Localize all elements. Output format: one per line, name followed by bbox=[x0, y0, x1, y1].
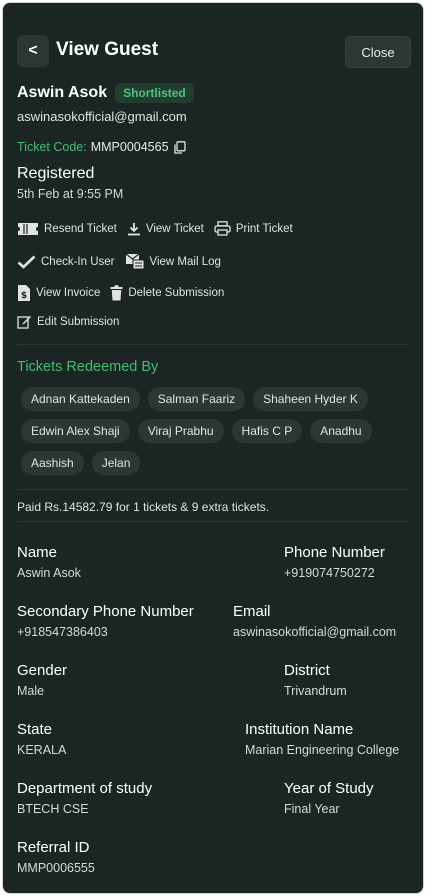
detail-label: District bbox=[284, 662, 330, 679]
detail-label: Email bbox=[233, 603, 271, 620]
detail-value: Final Year bbox=[284, 802, 340, 816]
delete-submission-button[interactable]: Delete Submission bbox=[110, 285, 224, 301]
detail-label: Gender bbox=[17, 662, 68, 679]
redeemed-name-chip: Salman Faariz bbox=[147, 387, 246, 411]
detail-phone: Phone Number +919074750272 bbox=[284, 544, 385, 580]
print-ticket-label: Print Ticket bbox=[235, 222, 293, 235]
divider bbox=[17, 489, 409, 490]
view-ticket-button[interactable]: View Ticket bbox=[127, 222, 204, 236]
divider bbox=[17, 521, 409, 522]
view-invoice-label: View Invoice bbox=[36, 287, 101, 299]
registration-status: Registered bbox=[17, 165, 95, 182]
svg-text:$: $ bbox=[21, 291, 27, 301]
detail-label: Year of Study bbox=[284, 780, 374, 797]
divider bbox=[17, 344, 409, 345]
detail-label: Institution Name bbox=[245, 721, 354, 738]
actions-row-2: Check-In User View Mail Log bbox=[17, 253, 231, 270]
detail-value: aswinasokofficial@gmail.com bbox=[233, 625, 397, 639]
redeemed-name-chip: Shaheen Hyder K bbox=[253, 387, 368, 411]
detail-label: State bbox=[17, 721, 53, 738]
detail-secondary-phone: Secondary Phone Number +918547386403 bbox=[17, 603, 194, 639]
detail-state: State KERALA bbox=[17, 721, 66, 757]
edit-submission-label: Edit Submission bbox=[37, 315, 120, 328]
page-title: View Guest bbox=[56, 39, 159, 60]
detail-value: Marian Engineering College bbox=[245, 743, 400, 757]
registration-date: 5th Feb at 9:55 PM bbox=[17, 187, 124, 201]
resend-ticket-button[interactable]: Resend Ticket bbox=[17, 222, 117, 236]
detail-value: BTECH CSE bbox=[17, 802, 89, 816]
back-button[interactable]: < bbox=[17, 35, 49, 67]
detail-referral: Referral ID MMP0006555 bbox=[17, 839, 95, 875]
header: < View Guest Close bbox=[17, 33, 411, 73]
view-ticket-label: View Ticket bbox=[145, 222, 204, 235]
detail-label: Department of study bbox=[17, 780, 153, 797]
payment-summary: Paid Rs.14582.79 for 1 tickets & 9 extra… bbox=[17, 500, 270, 514]
redeemed-name-chip: Viraj Prabhu bbox=[137, 419, 224, 443]
detail-department: Department of study BTECH CSE bbox=[17, 780, 152, 816]
view-invoice-button[interactable]: $ View Invoice bbox=[17, 284, 100, 302]
view-mail-log-label: View Mail Log bbox=[149, 255, 221, 268]
detail-name: Name Aswin Asok bbox=[17, 544, 81, 580]
detail-value: KERALA bbox=[17, 743, 67, 757]
trash-icon bbox=[110, 285, 123, 301]
download-icon bbox=[127, 222, 140, 235]
checkmark-icon bbox=[17, 255, 36, 269]
guest-panel: < View Guest Close Aswin Asok Shortliste… bbox=[2, 2, 424, 894]
detail-year: Year of Study Final Year bbox=[284, 780, 374, 816]
detail-label: Phone Number bbox=[284, 544, 385, 561]
status-badge: Shortlisted bbox=[115, 83, 194, 103]
detail-value: Trivandrum bbox=[284, 684, 347, 698]
tickets-redeemed-title: Tickets Redeemed By bbox=[17, 359, 159, 375]
check-in-user-button[interactable]: Check-In User bbox=[17, 255, 115, 269]
detail-gender: Gender Male bbox=[17, 662, 67, 698]
redeemed-name-chip: Anadhu bbox=[310, 419, 372, 443]
ticket-code-label: Ticket Code: bbox=[17, 140, 87, 154]
redeemed-names-list: Adnan Kattekaden Salman Faariz Shaheen H… bbox=[21, 387, 411, 475]
invoice-icon: $ bbox=[18, 285, 30, 301]
detail-value: +919074750272 bbox=[284, 566, 375, 580]
detail-institution: Institution Name Marian Engineering Coll… bbox=[245, 721, 399, 757]
detail-email: Email aswinasokofficial@gmail.com bbox=[233, 603, 396, 639]
check-in-user-label: Check-In User bbox=[41, 255, 115, 268]
detail-value: MMP0006555 bbox=[17, 861, 95, 875]
redeemed-name-chip: Edwin Alex Shaji bbox=[21, 419, 130, 443]
copy-icon[interactable] bbox=[173, 140, 186, 154]
redeemed-name-chip: Jelan bbox=[91, 451, 141, 475]
close-button[interactable]: Close bbox=[345, 36, 411, 68]
actions-row-3: $ View Invoice Delete Submission bbox=[17, 284, 234, 302]
guest-name-row: Aswin Asok Shortlisted bbox=[17, 83, 194, 103]
view-mail-log-button[interactable]: View Mail Log bbox=[125, 253, 221, 270]
detail-value: Aswin Asok bbox=[17, 566, 81, 580]
edit-submission-button[interactable]: Edit Submission bbox=[17, 314, 119, 329]
detail-label: Secondary Phone Number bbox=[17, 603, 194, 620]
mail-log-icon bbox=[125, 253, 144, 270]
redeemed-name-chip: Aashish bbox=[21, 451, 84, 475]
printer-icon bbox=[214, 221, 231, 236]
detail-value: Male bbox=[17, 684, 45, 698]
detail-label: Referral ID bbox=[17, 839, 90, 856]
ticket-icon bbox=[18, 222, 38, 235]
print-ticket-button[interactable]: Print Ticket bbox=[214, 221, 293, 236]
edit-icon bbox=[17, 316, 31, 329]
delete-submission-label: Delete Submission bbox=[128, 287, 225, 299]
detail-value: +918547386403 bbox=[17, 625, 108, 639]
detail-district: District Trivandrum bbox=[284, 662, 347, 698]
ticket-code: Ticket Code: MMP0004565 bbox=[17, 140, 186, 154]
detail-label: Name bbox=[17, 544, 58, 561]
resend-ticket-label: Resend Ticket bbox=[44, 222, 117, 235]
ticket-code-value: MMP0004565 bbox=[90, 140, 169, 154]
actions-row-1: Resend Ticket View Ticket Print Ticket bbox=[17, 221, 303, 236]
redeemed-name-chip: Adnan Kattekaden bbox=[21, 387, 140, 411]
guest-name: Aswin Asok bbox=[17, 84, 108, 101]
actions-row-4: Edit Submission bbox=[17, 314, 129, 329]
redeemed-name-chip: Hafis C P bbox=[231, 419, 303, 443]
guest-email: aswinasokofficial@gmail.com bbox=[17, 109, 187, 124]
